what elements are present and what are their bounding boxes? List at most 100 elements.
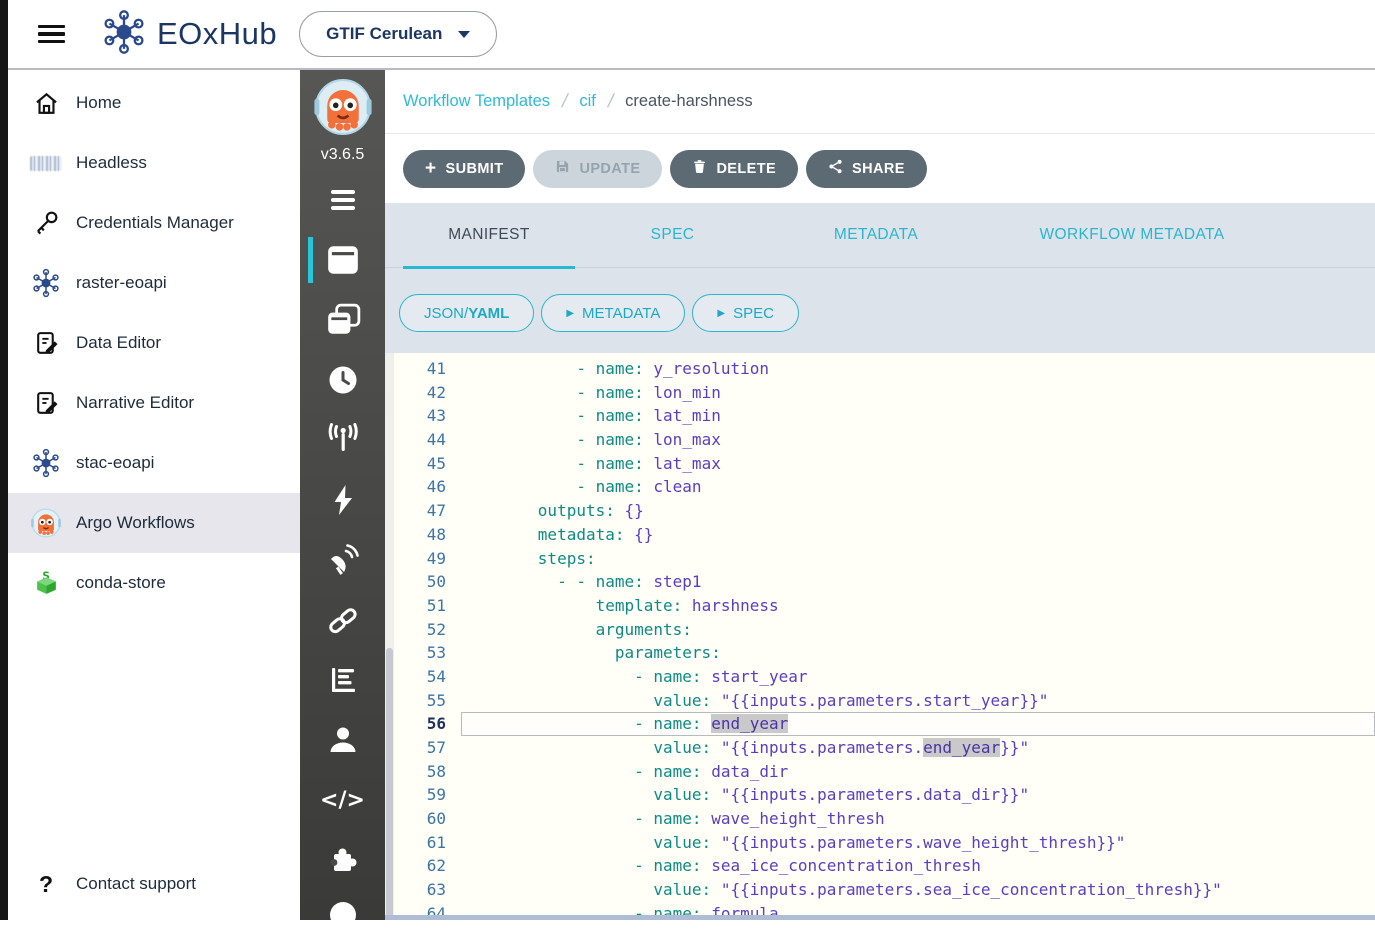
line-number: 63 xyxy=(394,878,446,902)
code-line-57[interactable]: 57 value: "{{inputs.parameters.end_year}… xyxy=(394,736,1375,760)
argo-octopus-logo xyxy=(314,78,372,141)
code-line-44[interactable]: 44 - name: lon_max xyxy=(394,428,1375,452)
eoxhub-molecule-icon xyxy=(101,9,147,60)
code-line-63[interactable]: 63 value: "{{inputs.parameters.sea_ice_c… xyxy=(394,878,1375,902)
metadata-toggle[interactable]: ▶ METADATA xyxy=(541,294,685,332)
plus-icon: + xyxy=(425,159,437,178)
save-icon xyxy=(555,159,570,178)
sidebar-item-label: Home xyxy=(76,93,121,113)
delete-button[interactable]: DELETE xyxy=(670,150,798,188)
tab-manifest[interactable]: MANIFEST xyxy=(403,226,575,244)
workflow-event-bindings-icon[interactable] xyxy=(300,470,385,530)
sidebar-item-home[interactable]: Home xyxy=(8,73,300,133)
code-line-61[interactable]: 61 value: "{{inputs.parameters.wave_heig… xyxy=(394,831,1375,855)
sidebar-item-credentials-manager[interactable]: Credentials Manager xyxy=(8,193,300,253)
code-line-56[interactable]: 56 - name: end_year xyxy=(394,712,1375,736)
code-line-42[interactable]: 42 - name: lon_min xyxy=(394,381,1375,405)
menu-icon[interactable] xyxy=(38,21,65,48)
code-line-54[interactable]: 54 - name: start_year xyxy=(394,665,1375,689)
sidebar-item-label: Argo Workflows xyxy=(76,513,195,533)
sidebar-item-headless[interactable]: Headless xyxy=(8,133,300,193)
workspace-selector[interactable]: GTIF Cerulean xyxy=(299,11,497,57)
home-icon xyxy=(30,90,62,117)
sidebar-item-label: Credentials Manager xyxy=(76,213,234,233)
window-left-edge xyxy=(0,0,8,920)
sidebar-item-label: stac-eoapi xyxy=(76,453,154,473)
code-line-48[interactable]: 48 metadata: {} xyxy=(394,523,1375,547)
code-line-41[interactable]: 41 - name: y_resolution xyxy=(394,357,1375,381)
line-number: 42 xyxy=(394,381,446,405)
breadcrumb: Workflow Templates / cif / create-harshn… xyxy=(385,70,1375,134)
share-button[interactable]: SHARE xyxy=(806,150,927,188)
workflow-templates-icon[interactable] xyxy=(300,230,385,290)
line-number: 49 xyxy=(394,547,446,571)
cron-workflows-icon[interactable] xyxy=(300,350,385,410)
line-number: 53 xyxy=(394,641,446,665)
tab-metadata[interactable]: METADATA xyxy=(770,226,982,244)
sidebar-item-data-editor[interactable]: Data Editor xyxy=(8,313,300,373)
code-line-53[interactable]: 53 parameters: xyxy=(394,641,1375,665)
reports-icon[interactable] xyxy=(300,650,385,710)
spec-toggle[interactable]: ▶ SPEC xyxy=(692,294,799,332)
code-line-58[interactable]: 58 - name: data_dir xyxy=(394,760,1375,784)
line-number: 60 xyxy=(394,807,446,831)
tab-workflow-metadata[interactable]: WORKFLOW METADATA xyxy=(982,226,1282,244)
json-yaml-toggle[interactable]: JSON/YAML xyxy=(399,294,534,332)
line-number: 58 xyxy=(394,760,446,784)
breadcrumb-workflow-templates[interactable]: Workflow Templates xyxy=(403,92,550,111)
code-line-60[interactable]: 60 - name: wave_height_thresh xyxy=(394,807,1375,831)
code-line-59[interactable]: 59 value: "{{inputs.parameters.data_dir}… xyxy=(394,783,1375,807)
line-number: 56 xyxy=(394,712,446,736)
line-number: 44 xyxy=(394,428,446,452)
line-number: 59 xyxy=(394,783,446,807)
api-docs-icon[interactable]: </> xyxy=(300,770,385,830)
user-icon[interactable] xyxy=(300,710,385,770)
code-line-45[interactable]: 45 - name: lat_max xyxy=(394,452,1375,476)
yaml-code-editor[interactable]: 41 - name: y_resolution42 - name: lon_mi… xyxy=(385,353,1375,920)
brand-title: EOxHub xyxy=(157,16,277,52)
sidebar-item-argo-workflows[interactable]: Argo Workflows xyxy=(8,493,300,553)
line-number: 47 xyxy=(394,499,446,523)
line-number: 54 xyxy=(394,665,446,689)
breadcrumb-separator: / xyxy=(560,91,570,113)
contact-support-link[interactable]: ? Contact support xyxy=(8,854,300,914)
top-app-bar: EOxHub GTIF Cerulean xyxy=(8,0,1375,70)
update-button[interactable]: UPDATE xyxy=(533,150,662,188)
code-line-62[interactable]: 62 - name: sea_ice_concentration_thresh xyxy=(394,854,1375,878)
code-line-55[interactable]: 55 value: "{{inputs.parameters.start_yea… xyxy=(394,689,1375,713)
sidebar-item-raster-eoapi[interactable]: raster-eoapi xyxy=(8,253,300,313)
code-line-50[interactable]: 50 - - name: step1 xyxy=(394,570,1375,594)
sidebar-item-conda-store[interactable]: S conda-store xyxy=(8,553,300,613)
breadcrumb-cif[interactable]: cif xyxy=(579,92,596,111)
plugins-icon[interactable] xyxy=(300,830,385,890)
line-number: 61 xyxy=(394,831,446,855)
code-line-51[interactable]: 51 template: harshness xyxy=(394,594,1375,618)
code-line-43[interactable]: 43 - name: lat_min xyxy=(394,404,1375,428)
contact-support-label: Contact support xyxy=(76,874,196,894)
argo-version: v3.6.5 xyxy=(321,146,365,164)
line-number: 62 xyxy=(394,854,446,878)
code-line-47[interactable]: 47 outputs: {} xyxy=(394,499,1375,523)
sensors-icon[interactable] xyxy=(300,590,385,650)
help-icon[interactable] xyxy=(327,899,359,936)
line-number: 55 xyxy=(394,689,446,713)
submit-button[interactable]: + SUBMIT xyxy=(403,150,525,188)
line-number: 57 xyxy=(394,736,446,760)
editor-scrollbar-track[interactable] xyxy=(385,353,394,920)
code-line-46[interactable]: 46 - name: clean xyxy=(394,475,1375,499)
tab-spec[interactable]: SPEC xyxy=(575,226,770,244)
event-flow-icon[interactable] xyxy=(300,410,385,470)
sidebar-item-narrative-editor[interactable]: Narrative Editor xyxy=(8,373,300,433)
event-sources-icon[interactable] xyxy=(300,530,385,590)
triangle-right-icon: ▶ xyxy=(717,308,725,319)
cluster-workflow-templates-icon[interactable] xyxy=(300,290,385,350)
eoapi-molecule-icon xyxy=(30,268,62,298)
workflows-icon[interactable] xyxy=(300,170,385,230)
line-number: 48 xyxy=(394,523,446,547)
line-number: 46 xyxy=(394,475,446,499)
window-bottom-edge xyxy=(385,915,1375,920)
code-line-52[interactable]: 52 arguments: xyxy=(394,618,1375,642)
editor-scrollbar-thumb[interactable] xyxy=(386,648,393,920)
sidebar-item-stac-eoapi[interactable]: stac-eoapi xyxy=(8,433,300,493)
code-line-49[interactable]: 49 steps: xyxy=(394,547,1375,571)
